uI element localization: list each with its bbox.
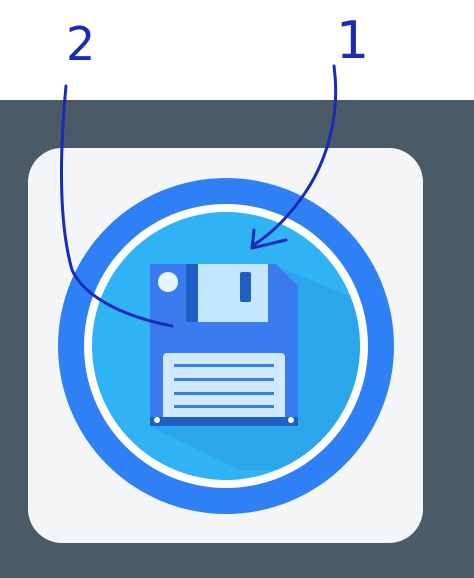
screw-left <box>154 417 160 423</box>
shutter-edge <box>186 264 198 322</box>
shutter-slot <box>240 272 251 302</box>
floppy-disk-icon <box>150 264 298 426</box>
label-line-4 <box>174 405 274 408</box>
floppy-save-illustration: 2 1 <box>58 11 394 514</box>
disk-bottom-strip <box>150 417 298 426</box>
label-line-3 <box>174 392 274 395</box>
disk-shutter <box>186 264 268 322</box>
screw-right <box>288 417 294 423</box>
screenshot-stage: 2 1 <box>0 0 474 578</box>
annotation-label-1: 1 <box>336 11 369 71</box>
disk-hole <box>158 272 178 292</box>
disk-label <box>163 353 285 421</box>
label-line-2 <box>174 378 274 381</box>
label-line-1 <box>174 364 274 367</box>
annotation-label-2: 2 <box>66 17 95 71</box>
